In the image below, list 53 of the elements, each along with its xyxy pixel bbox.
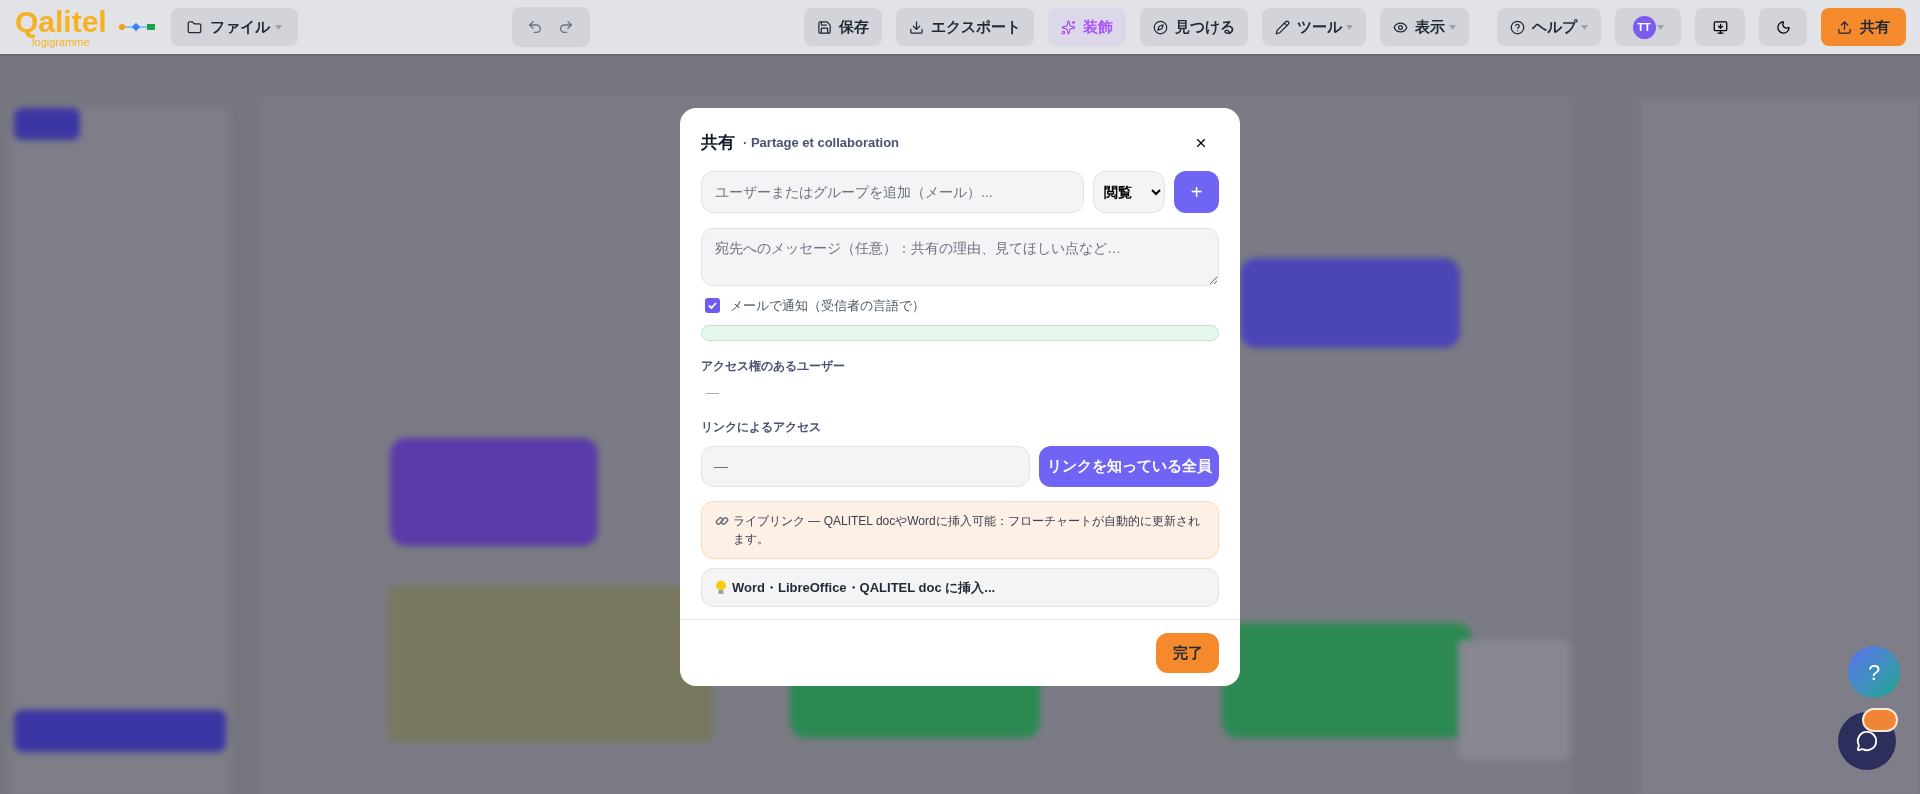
- toolbar-icon: [1393, 19, 1408, 35]
- redo-icon[interactable]: [558, 19, 575, 35]
- message-input-field[interactable]: 宛先へのメッセージ（任意）：共有の理由、見てほしい点など…: [701, 228, 1219, 286]
- user-menu-button[interactable]: TT: [1615, 8, 1681, 46]
- notify-checkbox[interactable]: [705, 298, 720, 314]
- present-button[interactable]: [1695, 8, 1745, 46]
- folder-icon: [186, 19, 202, 35]
- caret-icon: [1656, 24, 1664, 30]
- caret-icon: [1449, 24, 1456, 30]
- moon-icon: [1775, 19, 1791, 35]
- dialog-title: 共有: [701, 132, 735, 155]
- monitor-icon: [1712, 19, 1728, 35]
- notify-label: メールで通知（受信者の言語で）: [730, 297, 925, 315]
- user-avatar: TT: [1632, 15, 1656, 39]
- toolbar-icon: [1061, 19, 1076, 35]
- share-button[interactable]: 共有: [1821, 8, 1906, 46]
- toolbar-button[interactable]: 見つける: [1140, 8, 1248, 46]
- toolbar-icon: [817, 19, 832, 35]
- dialog-subtitle: · Partage et collaboration: [743, 134, 900, 153]
- upload-icon: [1837, 19, 1852, 35]
- role-select[interactable]: 閲覧: [1093, 171, 1165, 213]
- toolbar-button[interactable]: ツール: [1262, 8, 1366, 46]
- file-menu-button[interactable]: ファイル: [170, 8, 298, 46]
- toolbar-button[interactable]: 表示: [1380, 8, 1469, 46]
- close-icon: [1194, 136, 1208, 150]
- caret-icon: [1581, 24, 1588, 30]
- caret-icon: [1346, 24, 1353, 30]
- toolbar-button[interactable]: エクスポート: [896, 8, 1034, 46]
- undo-icon[interactable]: [527, 19, 544, 35]
- toolbar-icon: [1153, 19, 1168, 35]
- link-field[interactable]: —: [701, 446, 1030, 487]
- link-scope-button[interactable]: リンクを知っている全員: [1039, 446, 1219, 487]
- section-heading: リンクによるアクセス: [701, 419, 822, 436]
- lightbulb-icon: [715, 580, 727, 595]
- add-user-button[interactable]: +: [1174, 171, 1219, 213]
- help-menu-button[interactable]: ヘルプ: [1497, 8, 1601, 46]
- insert-tip-text: Word・LibreOffice・QALITEL doc に挿入...: [732, 578, 996, 597]
- invite-input-field[interactable]: ユーザーまたはグループを追加（メール）...: [701, 171, 1084, 213]
- logo-text: Qalitel: [15, 6, 107, 37]
- link-icon: [715, 514, 729, 528]
- section-heading: アクセス権のあるユーザー: [701, 357, 846, 375]
- dark-mode-button[interactable]: [1759, 8, 1807, 46]
- toolbar-icon: [1275, 19, 1290, 35]
- done-button[interactable]: 完了: [1156, 633, 1219, 673]
- toolbar-button[interactable]: 保存: [804, 8, 882, 46]
- checkmark-icon: [707, 300, 718, 312]
- caret-icon: [274, 24, 282, 30]
- empty-users-text: —: [706, 383, 720, 402]
- chat-icon: [1856, 730, 1878, 752]
- live-link-text: ライブリンク — QALITEL docやWordに挿入可能：フローチャートが自動的に更新されます。: [733, 513, 1201, 548]
- flow-logo-icon: [118, 22, 155, 32]
- toolbar-icon: [909, 19, 924, 35]
- toolbar-icon: [1510, 19, 1525, 35]
